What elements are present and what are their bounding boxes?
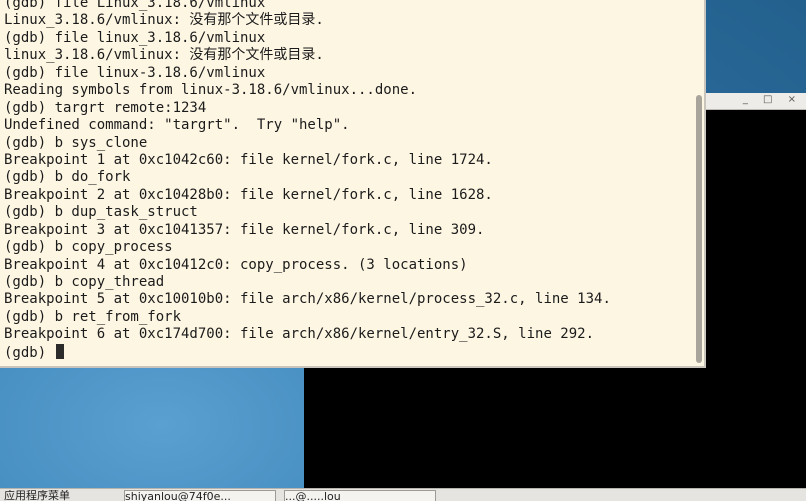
background-terminal-area: [304, 368, 806, 488]
terminal-scrollbar[interactable]: [696, 0, 702, 366]
terminal-prompt-line[interactable]: (gdb): [4, 343, 690, 361]
terminal-line: Undefined command: "targrt". Try "help".: [4, 117, 350, 134]
terminal-line: (gdb) b copy_thread: [4, 274, 165, 290]
terminal-output[interactable]: (gdb) file Linux_3.18.6/vmlinux Linux_3.1…: [4, 0, 690, 366]
terminal-line: (gdb) b sys_clone: [4, 134, 148, 151]
terminal-line: Breakpoint 4 at 0xc10412c0: copy_process…: [4, 256, 468, 273]
text-cursor: [55, 343, 64, 359]
terminal-line: (gdb) file Linux_3.18.6/vmlinux: [4, 0, 266, 11]
terminal-line: Reading symbols from linux-3.18.6/vmlinu…: [4, 82, 418, 99]
terminal-line: (gdb) file linux-3.18.6/vmlinux: [4, 64, 266, 81]
terminal-line: (gdb) b dup_task_struct: [4, 204, 198, 221]
taskbar: 应用程序菜单 shiyanlou@74f0e... ...@.....lou: [0, 488, 806, 501]
applications-menu[interactable]: 应用程序菜单: [4, 490, 116, 501]
terminal-line: Linux_3.18.6/vmlinux: 没有那个文件或目录.: [4, 12, 324, 29]
gdb-prompt: (gdb): [4, 344, 55, 361]
terminal-line: Breakpoint 5 at 0xc10010b0: file arch/x8…: [4, 291, 611, 308]
terminal-line: linux_3.18.6/vmlinux: 没有那个文件或目录.: [4, 47, 324, 64]
scrollbar-thumb[interactable]: [696, 95, 702, 363]
terminal-line: Breakpoint 2 at 0xc10428b0: file kernel/…: [4, 186, 493, 203]
background-window-titlebar[interactable]: _ □ ×: [700, 93, 806, 110]
terminal-line: (gdb) b copy_process: [4, 239, 173, 256]
terminal-line: Breakpoint 6 at 0xc174d700: file arch/x8…: [4, 326, 595, 343]
gdb-terminal-window[interactable]: (gdb) file Linux_3.18.6/vmlinux Linux_3.1…: [0, 0, 706, 368]
taskbar-item-window[interactable]: ...@.....lou: [284, 490, 436, 501]
terminal-line: Breakpoint 1 at 0xc1042c60: file kernel/…: [4, 151, 493, 168]
terminal-line: (gdb) targrt remote:1234: [4, 99, 207, 116]
taskbar-item-terminal[interactable]: shiyanlou@74f0e...: [124, 490, 276, 501]
terminal-line: (gdb) b ret_from_fork: [4, 308, 182, 325]
terminal-line: (gdb) b do_fork: [4, 169, 131, 186]
window-controls[interactable]: _ □ ×: [743, 94, 802, 105]
terminal-line: (gdb) file linux_3.18.6/vmlinux: [4, 29, 266, 46]
terminal-line: Breakpoint 3 at 0xc1041357: file kernel/…: [4, 221, 485, 238]
